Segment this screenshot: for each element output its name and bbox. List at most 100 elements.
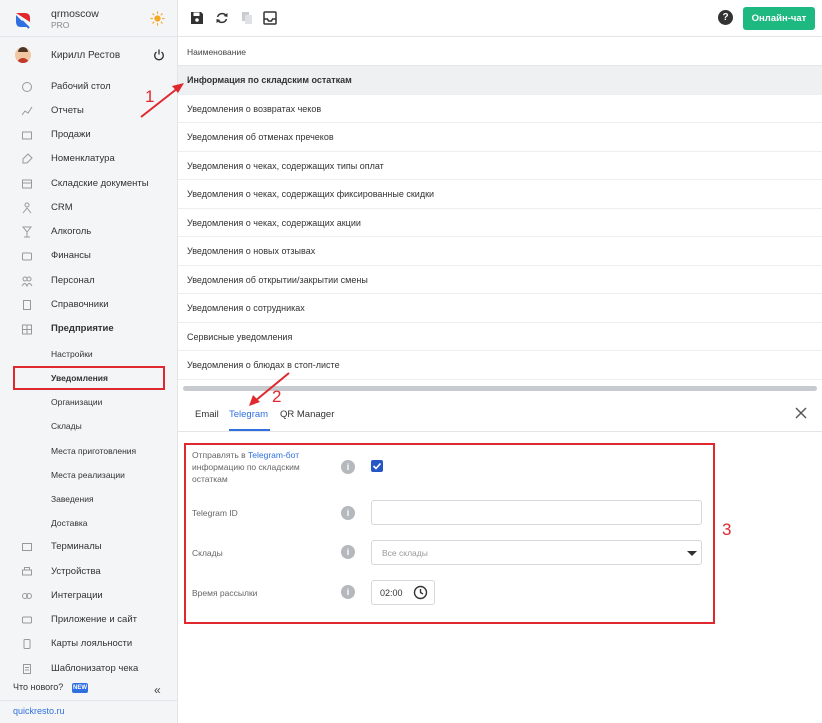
active-tab-indicator	[229, 429, 270, 431]
sun-icon[interactable]	[150, 11, 165, 26]
link-icon	[22, 593, 32, 599]
staff-icon	[21, 276, 33, 287]
tab-email[interactable]: Email	[195, 409, 219, 420]
sidebar-item-alcohol[interactable]: Алкоголь	[0, 221, 178, 243]
list-item[interactable]: Уведомления о возвратах чеков	[178, 95, 822, 123]
book-icon	[23, 300, 31, 310]
home-icon	[22, 82, 32, 92]
logo-icon	[16, 13, 30, 29]
sidebar: qrmoscow PRO Кирилл Рестов Рабочий стол …	[0, 0, 178, 723]
receipt-icon	[23, 664, 31, 674]
user-profile: Кирилл Рестов	[0, 37, 178, 73]
sidebar-item-crm[interactable]: CRM	[0, 197, 178, 219]
box-icon	[22, 179, 32, 189]
info-icon[interactable]: i	[341, 545, 355, 559]
tag-icon	[22, 153, 33, 164]
sidebar-item-loyalty-cards[interactable]: Карты лояльности	[0, 633, 178, 655]
send-time-value: 02:00	[380, 588, 403, 598]
sidebar-item-integrations[interactable]: Интеграции	[0, 585, 178, 607]
warehouses-select[interactable]: Все склады	[371, 540, 702, 565]
plan-label: PRO	[51, 20, 70, 30]
power-icon[interactable]	[153, 49, 165, 61]
toolbar: ? Онлайн-чат	[178, 0, 822, 37]
sidebar-item-nomenclature[interactable]: Номенклатура	[0, 148, 178, 170]
annotation-number-2: 2	[272, 387, 282, 406]
warehouses-select-value: Все склады	[382, 548, 428, 558]
sidebar-item-sales[interactable]: Продажи	[0, 124, 178, 146]
chart-icon	[21, 106, 33, 116]
card-icon	[23, 639, 31, 649]
close-icon[interactable]	[794, 406, 808, 420]
list-item[interactable]: Информация по складским остаткам	[178, 66, 822, 95]
send-time-label: Время рассылки	[192, 588, 258, 598]
list-item[interactable]: Уведомления о сотрудниках	[178, 294, 822, 323]
user-name: Кирилл Рестов	[51, 50, 121, 61]
sidebar-item-enterprise[interactable]: Предприятие	[0, 318, 178, 340]
info-icon[interactable]: i	[341, 460, 355, 474]
list-item[interactable]: Уведомления об отменах пречеков	[178, 123, 822, 152]
inbox-icon[interactable]	[263, 11, 277, 25]
sidebar-subitem-delivery[interactable]: Доставка	[0, 512, 178, 534]
copy-icon[interactable]	[240, 11, 254, 25]
sidebar-item-finance[interactable]: Финансы	[0, 245, 178, 267]
annotation-highlight-notifications	[13, 366, 165, 390]
send-to-telegram-checkbox[interactable]	[371, 460, 383, 472]
send-time-input[interactable]: 02:00	[371, 580, 435, 605]
annotation-number-3: 3	[722, 520, 732, 539]
refresh-icon[interactable]	[215, 11, 229, 25]
sidebar-subitem-sales-places[interactable]: Места реализации	[0, 464, 178, 486]
list-item[interactable]: Уведомления об открытии/закрытии смены	[178, 266, 822, 294]
wallet-icon	[22, 252, 32, 261]
new-badge: NEW	[72, 683, 88, 693]
info-icon[interactable]: i	[341, 585, 355, 599]
whats-new-link[interactable]: Что нового?	[13, 682, 63, 692]
column-header-name[interactable]: Наименование	[178, 37, 822, 66]
info-icon[interactable]: i	[341, 506, 355, 520]
help-icon[interactable]: ?	[718, 10, 733, 25]
site-link[interactable]: quickresto.ru	[13, 706, 65, 716]
sidebar-item-receipt-templates[interactable]: Шаблонизатор чека	[0, 658, 178, 680]
sidebar-item-warehouse-docs[interactable]: Складские документы	[0, 173, 178, 195]
list-item[interactable]: Сервисные уведомления	[178, 323, 822, 351]
clock-icon[interactable]	[413, 585, 428, 600]
list-item[interactable]: Уведомления о новых отзывах	[178, 237, 822, 266]
collapse-sidebar-icon[interactable]: «	[154, 683, 161, 697]
building-icon	[22, 324, 32, 335]
send-to-telegram-label: Отправлять в Telegram-бот информацию по с…	[192, 450, 300, 484]
annotation-number-1: 1	[145, 87, 155, 106]
glass-icon	[21, 226, 33, 238]
sidebar-subitem-settings[interactable]: Настройки	[0, 343, 178, 365]
sidebar-subitem-cooking-places[interactable]: Места приготовления	[0, 440, 178, 462]
list-item[interactable]: Уведомления о блюдах в стоп-листе	[178, 351, 822, 380]
save-icon[interactable]	[190, 11, 204, 25]
people-icon	[22, 202, 32, 214]
company-name: qrmoscow	[51, 8, 99, 20]
telegram-id-label: Telegram ID	[192, 508, 238, 518]
tab-qr-manager[interactable]: QR Manager	[280, 409, 334, 420]
sidebar-item-devices[interactable]: Устройства	[0, 561, 178, 583]
online-chat-button[interactable]: Онлайн-чат	[743, 7, 815, 30]
list-item[interactable]: Уведомления о чеках, содержащих типы опл…	[178, 152, 822, 180]
sidebar-item-staff[interactable]: Персонал	[0, 270, 178, 292]
sidebar-item-terminals[interactable]: Терминалы	[0, 536, 178, 558]
sidebar-item-app-and-site[interactable]: Приложение и сайт	[0, 609, 178, 631]
list-item[interactable]: Уведомления о чеках, содержащих акции	[178, 209, 822, 237]
telegram-bot-link[interactable]: Telegram-бот	[248, 450, 299, 460]
divider	[0, 700, 178, 701]
phone-icon	[22, 616, 32, 624]
sidebar-subitem-organizations[interactable]: Организации	[0, 391, 178, 413]
chevron-down-icon	[687, 551, 697, 556]
terminal-icon	[22, 543, 32, 551]
sidebar-subitem-warehouses[interactable]: Склады	[0, 415, 178, 437]
warehouses-label: Склады	[192, 548, 223, 558]
printer-icon	[22, 567, 32, 576]
telegram-id-input[interactable]	[371, 500, 702, 525]
sidebar-subitem-establishments[interactable]: Заведения	[0, 488, 178, 510]
cart-icon	[22, 131, 32, 140]
list-item[interactable]: Уведомления о чеках, содержащих фиксиров…	[178, 180, 822, 209]
avatar[interactable]	[15, 47, 31, 63]
sidebar-item-references[interactable]: Справочники	[0, 294, 178, 316]
tab-telegram[interactable]: Telegram	[229, 409, 268, 420]
brand-header: qrmoscow PRO	[0, 0, 178, 37]
check-icon	[372, 462, 382, 470]
